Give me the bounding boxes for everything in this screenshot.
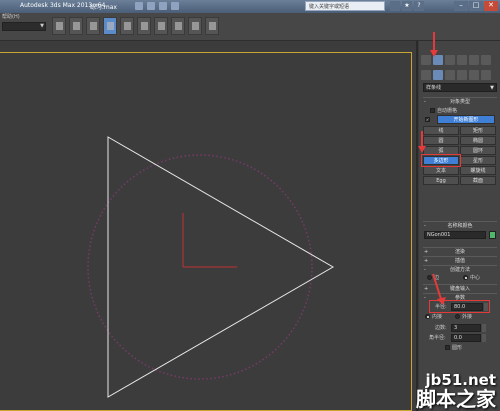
title-bar: Autodesk 3ds Max 2013 x64 练习.max 键入关键字或短… bbox=[0, 0, 500, 13]
circumscribed-label: 外接 bbox=[462, 314, 473, 320]
category-dropdown[interactable]: 样条线 bbox=[423, 83, 497, 92]
save-icon[interactable] bbox=[147, 2, 155, 10]
lights-icon[interactable] bbox=[445, 70, 455, 80]
help-menu[interactable]: 帮助(H) bbox=[2, 13, 20, 20]
object-color-swatch[interactable] bbox=[489, 231, 496, 239]
circle-button[interactable]: 圆 bbox=[423, 136, 459, 145]
maximize-button[interactable]: □ bbox=[469, 1, 483, 11]
selection-set-dropdown[interactable] bbox=[2, 22, 46, 31]
egg-button[interactable]: Egg bbox=[423, 176, 459, 185]
start-new-shape-checkbox[interactable]: ✓ bbox=[425, 117, 430, 122]
edge-label: 边 bbox=[434, 275, 440, 281]
viewport[interactable] bbox=[0, 41, 418, 411]
rendering-rollout[interactable]: + 渲染 bbox=[423, 247, 497, 255]
sides-field[interactable]: 3 bbox=[451, 324, 481, 332]
inscribed-radio[interactable] bbox=[425, 314, 430, 319]
star-button[interactable]: 星形 bbox=[460, 156, 496, 165]
helpers-icon[interactable] bbox=[469, 70, 479, 80]
command-panel: 样条线 -对象类型 自动栅格 ✓ 开始新图形 线 矩形 圆 椭圆 弧 圆环 多边… bbox=[419, 41, 500, 411]
sides-spinner[interactable] bbox=[482, 324, 486, 332]
corner-radius-field[interactable]: 0.0 bbox=[451, 334, 481, 342]
name-color-rollout[interactable]: - 名称和颜色 bbox=[423, 221, 497, 229]
modify-tab-icon[interactable] bbox=[445, 55, 455, 65]
space-warps-icon[interactable] bbox=[481, 70, 491, 80]
render-button[interactable] bbox=[205, 17, 219, 35]
close-button[interactable]: ✕ bbox=[484, 1, 498, 11]
graph-editor-button[interactable] bbox=[120, 17, 134, 35]
render-frame-button[interactable] bbox=[188, 17, 202, 35]
keyboard-entry-rollout[interactable]: + 键盘输入 bbox=[423, 284, 497, 292]
edge-radio[interactable] bbox=[427, 275, 432, 280]
donut-button[interactable]: 圆环 bbox=[460, 146, 496, 155]
center-label: 中心 bbox=[470, 275, 481, 281]
object-name-field[interactable]: NGon001 bbox=[424, 231, 486, 239]
utilities-tab-icon[interactable] bbox=[481, 55, 491, 65]
star-icon[interactable]: ★ bbox=[402, 1, 412, 11]
hierarchy-tab-icon[interactable] bbox=[457, 55, 467, 65]
sun-icon[interactable] bbox=[421, 55, 431, 65]
redo-icon[interactable] bbox=[171, 2, 179, 10]
watermark: jb51.net 脚本之家 bbox=[416, 371, 496, 409]
autogrid-checkbox[interactable] bbox=[430, 108, 435, 113]
circular-checkbox[interactable] bbox=[445, 345, 450, 350]
select-tool-button[interactable] bbox=[52, 17, 66, 35]
line-button[interactable]: 线 bbox=[423, 126, 459, 135]
watermark-brand: 脚本之家 bbox=[416, 387, 496, 411]
rectangle-button[interactable]: 矩形 bbox=[460, 126, 496, 135]
viewport-canvas bbox=[87, 136, 334, 398]
start-new-shape-button[interactable]: 开始新图形 bbox=[437, 115, 495, 124]
autogrid-label: 自动栅格 bbox=[437, 108, 458, 114]
folder-icon[interactable] bbox=[135, 2, 143, 10]
corner-radius-label: 角半径: bbox=[429, 335, 446, 341]
object-type-rollout[interactable]: - 对象类型 bbox=[423, 97, 497, 105]
center-radio[interactable] bbox=[463, 275, 468, 280]
minimize-button[interactable]: – bbox=[454, 1, 468, 11]
quick-access-icons bbox=[135, 2, 179, 10]
create-subtabs bbox=[421, 70, 491, 80]
tool-row bbox=[52, 17, 219, 35]
layer-tool-button[interactable] bbox=[103, 17, 117, 35]
section-button[interactable]: 截面 bbox=[460, 176, 496, 185]
motion-tab-icon[interactable] bbox=[469, 55, 479, 65]
title-tools: ★ ? bbox=[390, 1, 424, 11]
command-tabs bbox=[421, 55, 491, 65]
binoculars-icon[interactable] bbox=[390, 1, 400, 11]
text-button[interactable]: 文本 bbox=[423, 166, 459, 175]
radius-highlight-box bbox=[429, 300, 490, 313]
main-toolbar: 帮助(H) bbox=[0, 13, 500, 41]
schematic-view-button[interactable] bbox=[137, 17, 151, 35]
window-controls: – □ ✕ bbox=[454, 1, 498, 11]
inscribed-label: 内接 bbox=[432, 314, 443, 320]
circular-label: 圆形 bbox=[452, 345, 463, 351]
helix-button[interactable]: 螺旋线 bbox=[460, 166, 496, 175]
file-title: 练习.max bbox=[90, 4, 117, 11]
cameras-icon[interactable] bbox=[457, 70, 467, 80]
circumscribed-radio[interactable] bbox=[455, 314, 460, 319]
help-icon[interactable]: ? bbox=[414, 1, 424, 11]
geometry-icon[interactable] bbox=[421, 70, 431, 80]
sides-label: 边数: bbox=[435, 325, 447, 331]
material-editor-button[interactable] bbox=[154, 17, 168, 35]
interpolation-rollout[interactable]: + 插值 bbox=[423, 256, 497, 264]
align-tool-button[interactable] bbox=[86, 17, 100, 35]
undo-icon[interactable] bbox=[159, 2, 167, 10]
ngon-highlight-box bbox=[421, 154, 461, 167]
search-input[interactable]: 键入关键字或短语 bbox=[305, 1, 385, 11]
creation-method-rollout[interactable]: - 创建方法 bbox=[423, 265, 497, 273]
mirror-tool-button[interactable] bbox=[69, 17, 83, 35]
render-setup-button[interactable] bbox=[171, 17, 185, 35]
create-tab-icon[interactable] bbox=[433, 55, 443, 65]
corner-radius-spinner[interactable] bbox=[482, 334, 486, 342]
ellipse-button[interactable]: 椭圆 bbox=[460, 136, 496, 145]
shapes-icon[interactable] bbox=[433, 70, 443, 80]
